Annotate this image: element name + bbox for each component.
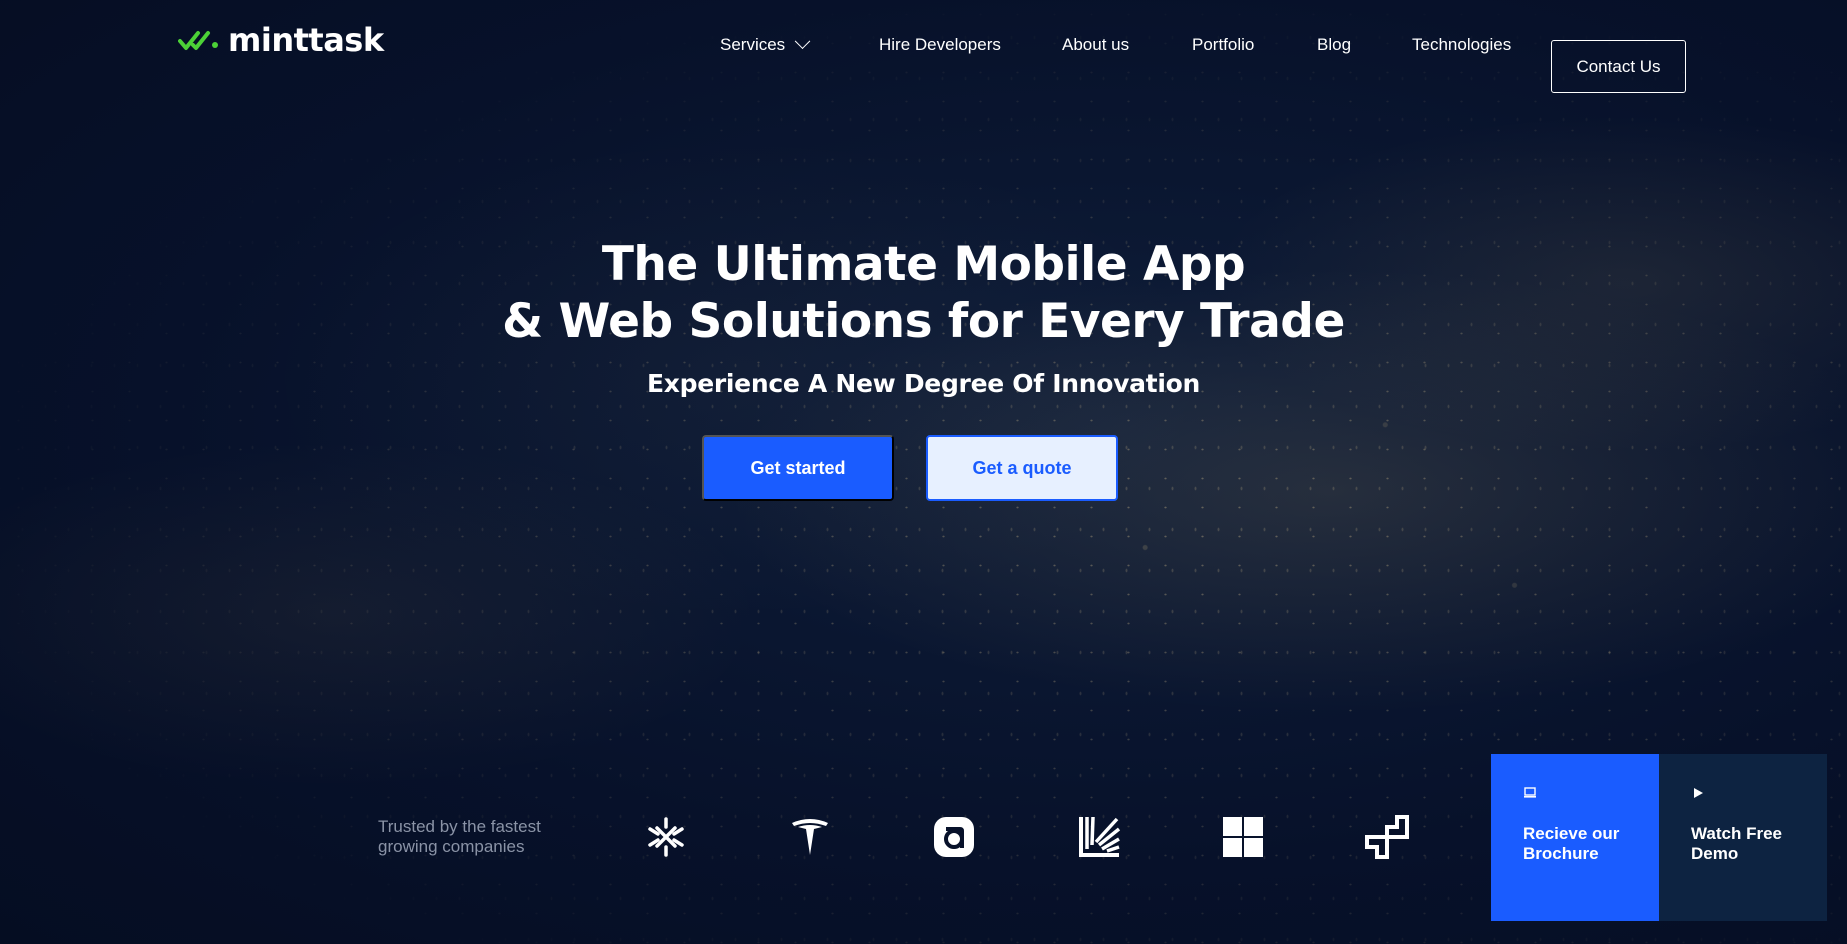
get-started-button[interactable]: Get started: [702, 435, 894, 501]
hero-title-line-1: The Ultimate Mobile App: [601, 237, 1246, 292]
nav-item-label: Portfolio: [1192, 35, 1255, 54]
laptop-icon: [1524, 787, 1536, 798]
nav-item-label: Blog: [1317, 35, 1352, 54]
chevron-down-icon: [794, 33, 811, 50]
nav-item-hire-developers[interactable]: Hire Developers: [879, 36, 1001, 53]
nav-item-label: Hire Developers: [879, 35, 1001, 54]
watch-demo-card-label: Watch Free Demo: [1691, 824, 1783, 863]
main-nav: Services Hire Developers About us Portfo…: [0, 20, 1847, 93]
get-a-quote-button[interactable]: Get a quote: [926, 435, 1118, 501]
play-icon: [1694, 788, 1703, 798]
nav-item-label: About us: [1062, 35, 1130, 54]
nav-item-services[interactable]: Services: [720, 33, 811, 54]
spark-logo-icon: [644, 815, 688, 859]
hero-title-line-2: & Web Solutions for Every Trade: [502, 294, 1345, 349]
nav-item-technologies[interactable]: Technologies: [1412, 36, 1511, 53]
brochure-card-label: Recieve our Brochure: [1523, 824, 1620, 863]
nav-item-label: Technologies: [1412, 35, 1512, 54]
nav-item-about-us[interactable]: About us: [1062, 36, 1129, 53]
watch-demo-card[interactable]: Watch Free Demo: [1659, 754, 1827, 921]
nav-item-portfolio[interactable]: Portfolio: [1192, 36, 1254, 53]
rounded-a-logo-icon: [932, 815, 976, 859]
contact-us-button[interactable]: Contact Us: [1551, 40, 1686, 93]
tesla-logo-icon: [788, 815, 832, 859]
windows-logo-icon: [1221, 815, 1265, 859]
striped-l-logo-icon: [1077, 815, 1121, 859]
trusted-by-text: Trusted by the fastest growing companies: [378, 817, 541, 856]
site-header: minttask Services Hire Developers About …: [0, 0, 1847, 93]
brochure-card[interactable]: Recieve our Brochure: [1491, 754, 1659, 921]
squares-logo-icon: [1365, 815, 1409, 859]
hero-subtitle: Experience A New Degree Of Innovation: [647, 369, 1200, 398]
nav-item-blog[interactable]: Blog: [1317, 36, 1351, 53]
nav-item-label: Services: [720, 35, 786, 54]
hero-title: The Ultimate Mobile App & Web Solutions …: [0, 236, 1847, 350]
